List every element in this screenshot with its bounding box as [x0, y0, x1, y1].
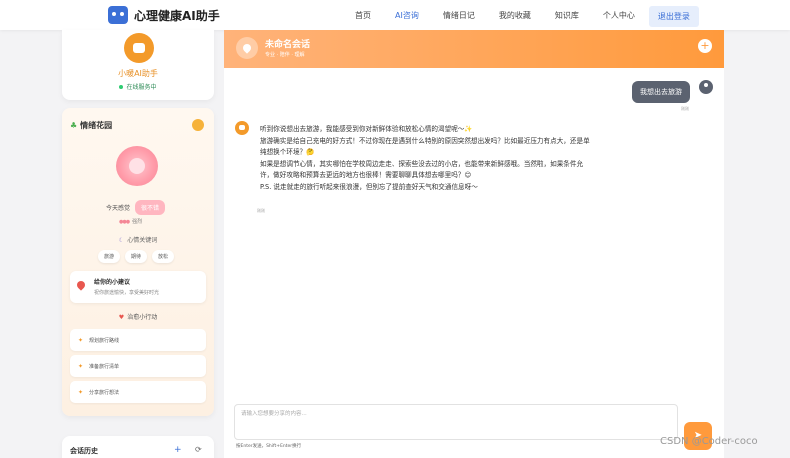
input-hint: 按Enter发送，Shift+Enter换行 — [236, 444, 302, 449]
action-item-share-ideas[interactable]: ✦ 分享旅行想法 — [70, 381, 206, 403]
history-card: 会话历史 + ⟳ — [62, 436, 214, 458]
action-item-plan-route[interactable]: ✦ 规划旅行路线 — [70, 329, 206, 351]
nav-favorites[interactable]: 我的收藏 — [489, 6, 541, 27]
intensity-dots-icon: ●●● — [119, 219, 130, 225]
keyword-chips: 旅游 期待 放松 — [98, 250, 179, 263]
keyword-chip[interactable]: 期待 — [125, 250, 148, 263]
today-badge: 很不错 — [135, 200, 166, 215]
heart-icon: ♥ — [118, 314, 125, 321]
message-input[interactable] — [235, 405, 677, 439]
keyword-chip[interactable]: 放松 — [152, 250, 175, 263]
bot-message-time: 刚刚 — [257, 208, 265, 213]
today-label: 今天感觉 — [106, 205, 131, 212]
suggestion-text: 祝你旅途愉快，享受美好时光 — [94, 290, 160, 296]
robot-avatar-icon — [124, 33, 154, 63]
watermark: CSDN @Coder-coco — [660, 436, 758, 447]
healing-actions-title: ♥ 治愈小行动 — [118, 314, 158, 321]
top-navbar: 心理健康AI助手 首页 AI咨询 情绪日记 我的收藏 知识库 个人中心 退出登录 — [0, 0, 790, 30]
suggestion-box: 给你的小建议 祝你旅途愉快，享受美好时光 — [70, 271, 206, 303]
user-avatar-icon — [699, 80, 713, 94]
action-item-packing-list[interactable]: ✦ 准备旅行清单 — [70, 355, 206, 377]
nav-home[interactable]: 首页 — [345, 6, 381, 27]
brand[interactable]: 心理健康AI助手 — [108, 6, 220, 24]
today-mood: 今天感觉 很不错 — [106, 200, 166, 215]
sparkle-icon: ✦ — [78, 336, 84, 344]
history-title: 会话历史 — [70, 447, 98, 455]
chat-subtitle: 专业 · 陪伴 · 理解 — [265, 52, 305, 58]
bot-message-line: 旅游确实是给自己充电的好方式！不过你现在是遇到什么特别的原因突然想出发吗？比如最… — [260, 136, 590, 157]
new-session-button[interactable]: + — [174, 445, 182, 455]
bot-message-line: 如果是想调节心情，其实哪怕在学校周边走走、探索些没去过的小店，也能带来新鲜感哦。… — [260, 159, 584, 180]
sprout-icon: ♣ — [70, 121, 78, 130]
add-chat-button[interactable]: + — [698, 39, 712, 53]
sparkle-icon: ✦ — [78, 388, 84, 396]
assistant-status: 在线服务中 — [62, 82, 214, 91]
chat-title: 未命名会话 — [265, 40, 311, 50]
mood-garden-title: ♣ 情绪花园 — [70, 121, 113, 130]
robot-logo-icon — [108, 6, 128, 24]
nav-ai-consult[interactable]: AI咨询 — [385, 6, 429, 27]
nav-profile[interactable]: 个人中心 — [593, 6, 645, 27]
assistant-name: 小暖AI助手 — [118, 69, 158, 78]
refresh-icon[interactable]: ⟳ — [195, 445, 202, 454]
chat-header: 未命名会话 专业 · 陪伴 · 理解 + — [224, 30, 724, 68]
sparkle-icon: ✦ — [78, 362, 84, 370]
suggestion-title: 给你的小建议 — [94, 279, 131, 286]
bot-message-line: 听到你说想出去旅游，我能感受到你对新鲜体验和放松心情的渴望呢～✨ — [260, 125, 473, 133]
nav-mood-diary[interactable]: 情绪日记 — [433, 6, 485, 27]
user-message-bubble: 我想出去旅游 — [632, 81, 690, 103]
heart-icon — [75, 279, 87, 291]
mood-intensity: ●●● 强烈 — [119, 219, 143, 225]
keyword-chip[interactable]: 旅游 — [98, 250, 121, 263]
smiley-icon — [192, 119, 204, 131]
bot-avatar-icon — [235, 121, 249, 135]
logout-button[interactable]: 退出登录 — [648, 6, 699, 27]
moon-icon: ☾ — [118, 237, 125, 244]
message-input-box — [234, 404, 678, 440]
heart-icon — [236, 37, 258, 59]
mood-flower-icon — [116, 146, 158, 186]
user-message-time: 刚刚 — [681, 106, 689, 111]
bot-message-line: P.S. 说走就走的旅行听起来很浪漫，但别忘了提前查好天气和交通信息呀～ — [260, 182, 478, 191]
chat-panel: 未命名会话 专业 · 陪伴 · 理解 + 我想出去旅游 刚刚 听到你说想出去旅游… — [224, 30, 724, 458]
nav-menu: 首页 AI咨询 情绪日记 我的收藏 知识库 个人中心 退出登录 — [345, 6, 703, 27]
brand-title: 心理健康AI助手 — [134, 8, 220, 23]
online-dot-icon — [119, 85, 124, 89]
mood-garden-card: ♣ 情绪花园 今天感觉 很不错 ●●● 强烈 ☾ 心情关键词 旅游 期待 放松 给你的… — [62, 108, 214, 416]
keywords-title: ☾ 心情关键词 — [118, 237, 158, 244]
nav-knowledge[interactable]: 知识库 — [545, 6, 589, 27]
bot-message: 听到你说想出去旅游，我能感受到你对新鲜体验和放松心情的渴望呢～✨ 旅游确实是给自… — [260, 124, 590, 194]
assistant-card: 小暖AI助手 在线服务中 — [62, 30, 214, 100]
